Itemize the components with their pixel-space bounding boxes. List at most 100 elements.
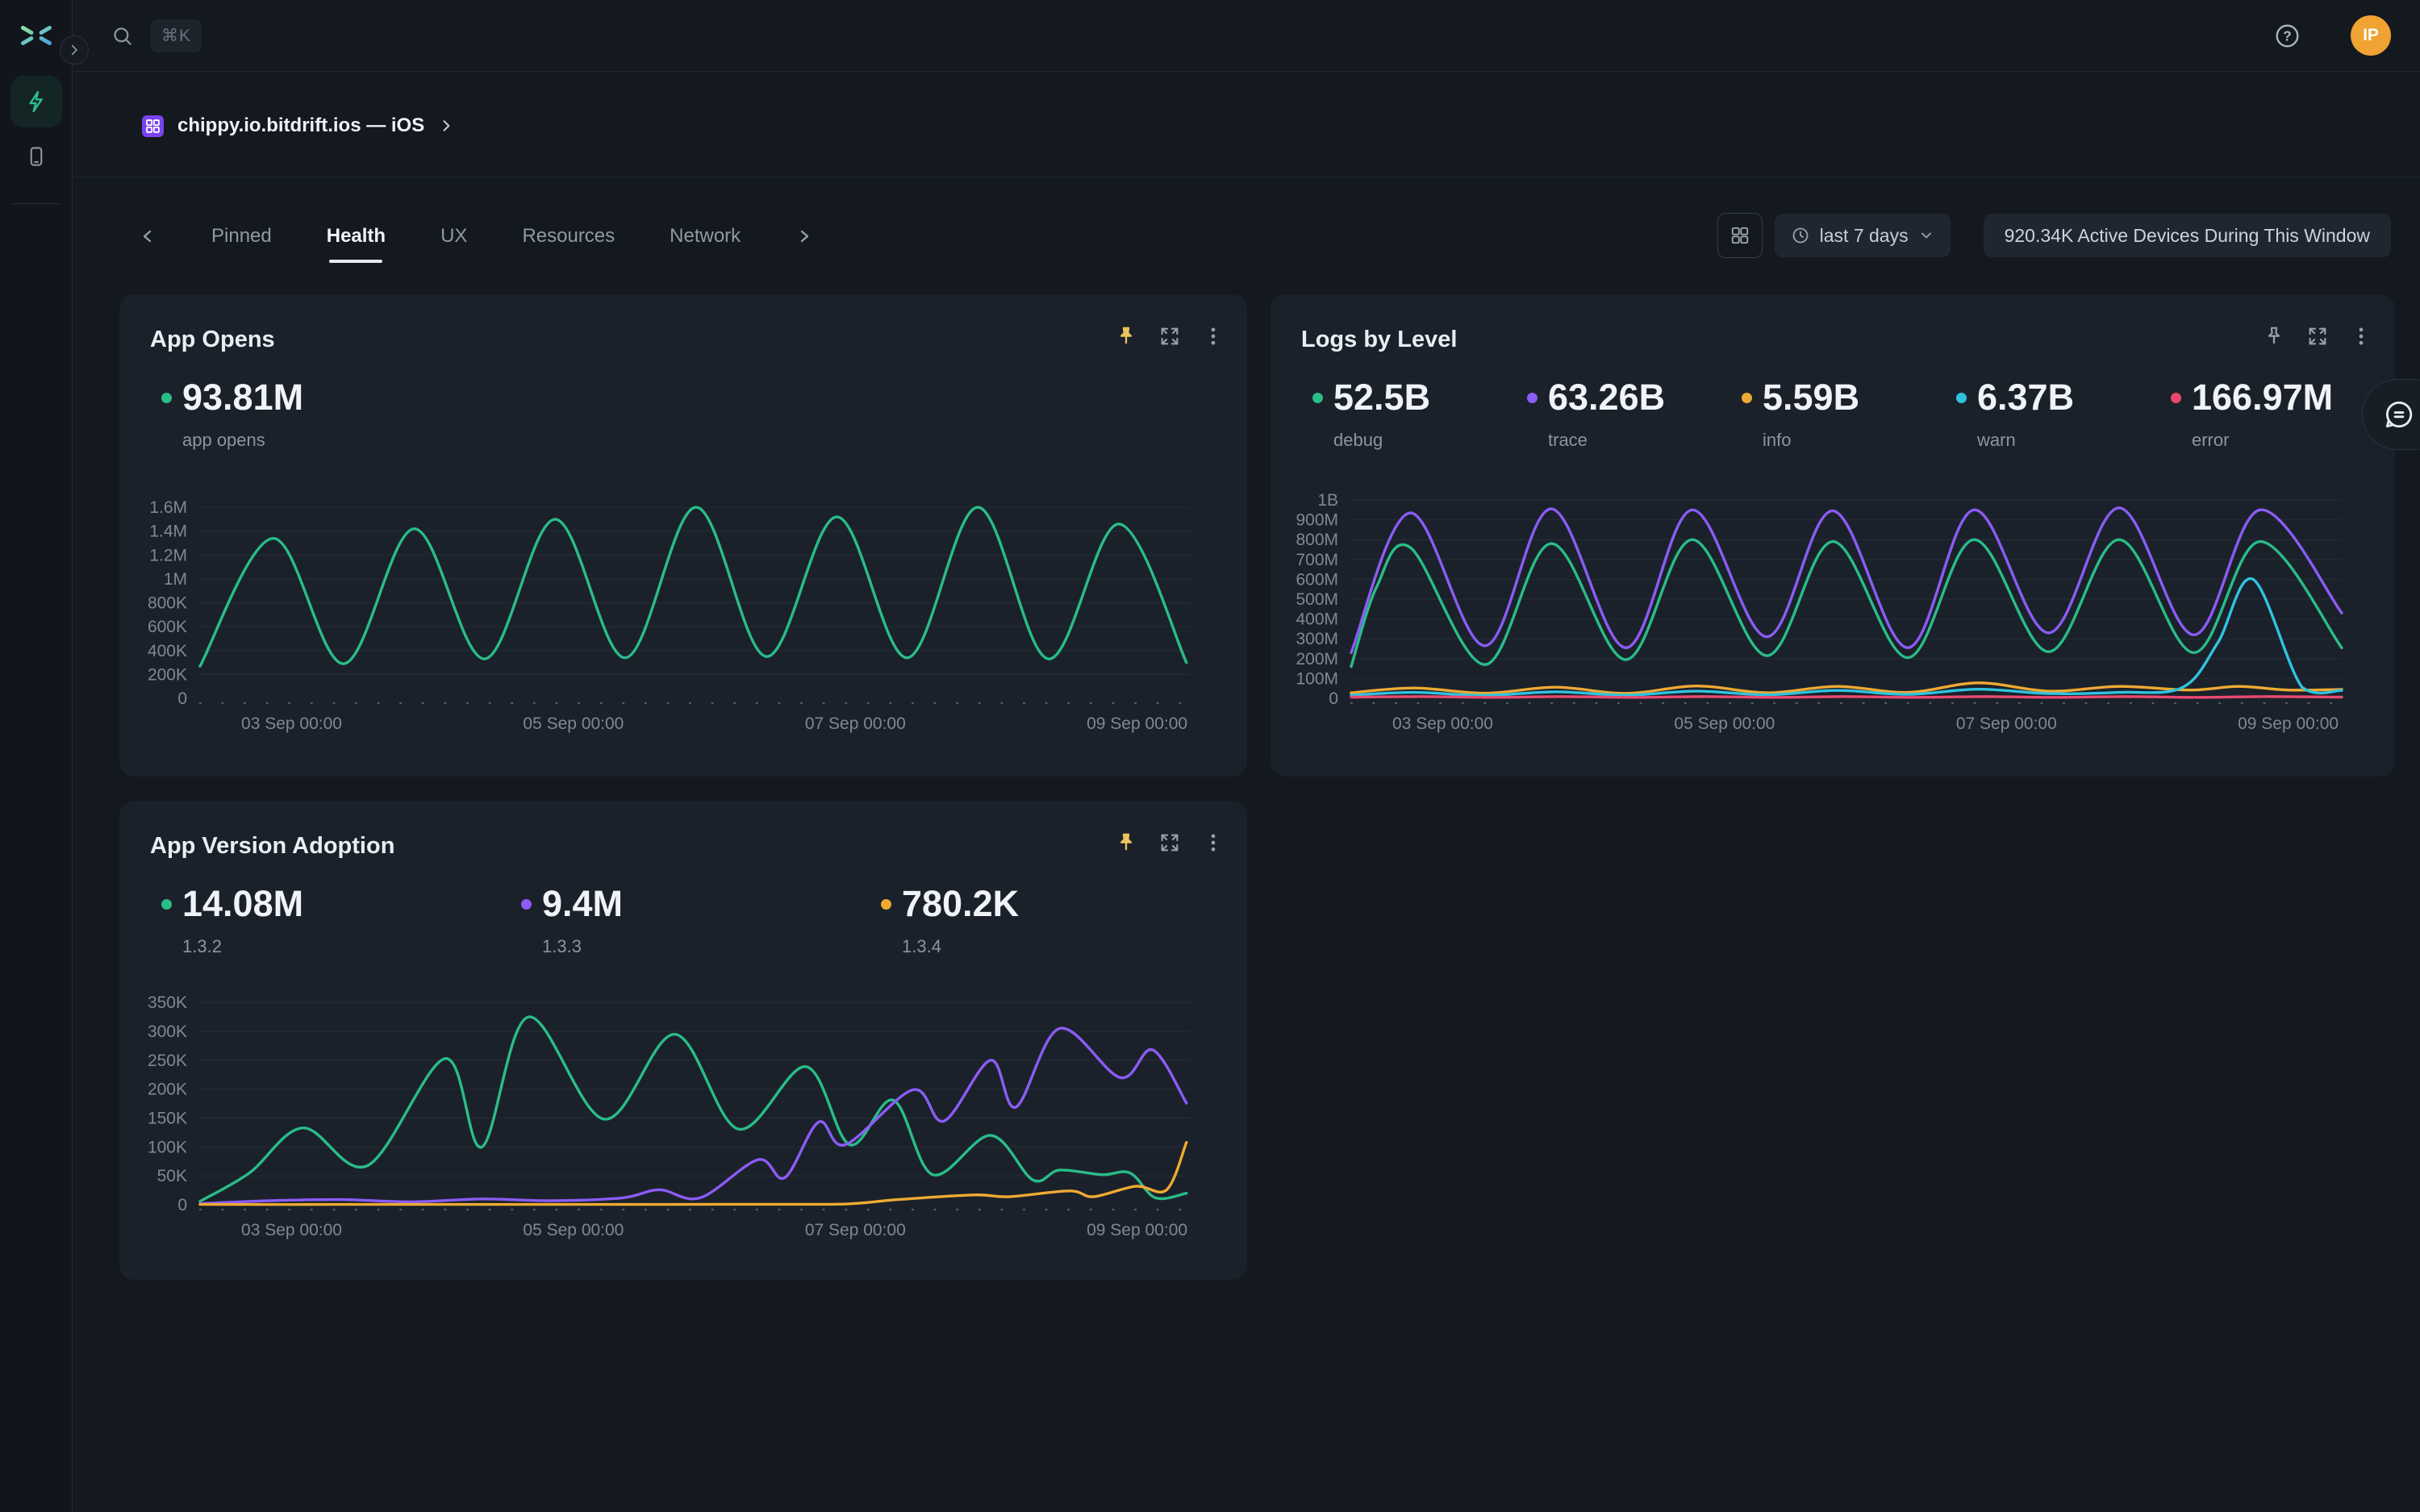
tab-health[interactable]: Health: [323, 213, 389, 260]
bitdrift-logo-icon[interactable]: [17, 16, 56, 55]
chevron-right-icon[interactable]: [438, 118, 454, 134]
breadcrumb[interactable]: chippy.io.bitdrift.ios — iOS: [142, 113, 454, 139]
tab-pinned[interactable]: Pinned: [208, 213, 275, 260]
expand-icon[interactable]: [1158, 831, 1181, 854]
dashboard-controls: last 7 days 920.34K Active Devices Durin…: [1717, 212, 2391, 259]
help-icon[interactable]: ?: [2274, 23, 2301, 49]
card-title: App Opens: [150, 327, 275, 353]
sidebar-expand-button[interactable]: [60, 35, 89, 65]
stat-value: 52.5B: [1333, 375, 1430, 420]
chat-bubble-icon: [2382, 398, 2416, 431]
kebab-menu-icon[interactable]: [1202, 325, 1225, 348]
stat-version-134: 780.2K 1.3.4: [881, 881, 1241, 957]
svg-text:100M: 100M: [1296, 669, 1338, 688]
pin-icon[interactable]: [2263, 325, 2285, 348]
stat-info: 5.59B info: [1742, 375, 1956, 451]
expand-icon[interactable]: [2306, 325, 2329, 348]
series-dot: [881, 899, 891, 910]
svg-text:300M: 300M: [1296, 630, 1338, 648]
svg-text:400K: 400K: [148, 642, 187, 660]
tab-network[interactable]: Network: [666, 213, 744, 260]
sidebar-divider: [12, 203, 60, 204]
chevron-down-icon: [1918, 227, 1934, 244]
svg-text:400M: 400M: [1296, 610, 1338, 629]
svg-text:0: 0: [177, 689, 187, 708]
lightning-icon: [23, 89, 49, 115]
stat-label: 1.3.3: [542, 936, 623, 957]
kebab-menu-icon[interactable]: [2350, 325, 2372, 348]
tab-resources[interactable]: Resources: [519, 213, 618, 260]
svg-text:07 Sep 00:00: 07 Sep 00:00: [805, 1221, 906, 1239]
search-icon[interactable]: [111, 25, 133, 47]
avatar[interactable]: IP: [2351, 15, 2391, 56]
svg-text:09 Sep 00:00: 09 Sep 00:00: [2238, 714, 2339, 733]
active-devices-badge: 920.34K Active Devices During This Windo…: [1984, 214, 2391, 257]
stat-version-132: 14.08M 1.3.2: [161, 881, 521, 957]
svg-text:800M: 800M: [1296, 531, 1338, 549]
pin-icon[interactable]: [1115, 831, 1137, 854]
kebab-menu-icon[interactable]: [1202, 831, 1225, 854]
svg-text:200K: 200K: [148, 1081, 187, 1099]
stat-label: trace: [1548, 430, 1665, 451]
series-dot: [1742, 393, 1752, 403]
tab-ux[interactable]: UX: [437, 213, 470, 260]
card-title: Logs by Level: [1301, 327, 1457, 353]
svg-text:150K: 150K: [148, 1110, 187, 1128]
svg-text:350K: 350K: [148, 993, 187, 1012]
svg-text:09 Sep 00:00: 09 Sep 00:00: [1087, 714, 1187, 733]
stat-value: 9.4M: [542, 881, 623, 927]
stat-value: 166.97M: [2192, 375, 2333, 420]
tabs-scroll-left-icon[interactable]: [136, 213, 160, 260]
svg-text:200M: 200M: [1296, 650, 1338, 669]
svg-text:05 Sep 00:00: 05 Sep 00:00: [523, 714, 624, 733]
app-version-adoption-chart[interactable]: 350K300K250K200K150K100K50K003 Sep 00:00…: [127, 985, 1200, 1244]
svg-text:03 Sep 00:00: 03 Sep 00:00: [241, 1221, 342, 1239]
stat-warn: 6.37B warn: [1956, 375, 2171, 451]
topbar: ⌘K ? IP: [73, 0, 2420, 72]
svg-text:600K: 600K: [148, 618, 187, 636]
breadcrumb-app-name: chippy.io.bitdrift.ios — iOS: [177, 115, 424, 137]
svg-text:05 Sep 00:00: 05 Sep 00:00: [1674, 714, 1775, 733]
svg-text:900M: 900M: [1296, 511, 1338, 530]
tab-bar: Pinned Health UX Resources Network: [136, 213, 816, 260]
stat-label: app opens: [182, 430, 303, 451]
expand-icon[interactable]: [1158, 325, 1181, 348]
phone-icon: [24, 144, 48, 169]
logs-by-level-chart[interactable]: 1B900M800M700M600M500M400M300M200M100M00…: [1279, 478, 2351, 738]
stat-label: info: [1763, 430, 1859, 451]
stat-value: 93.81M: [182, 375, 303, 420]
search-shortcut-badge[interactable]: ⌘K: [151, 19, 202, 52]
stat-debug: 52.5B debug: [1312, 375, 1527, 451]
svg-text:600M: 600M: [1296, 570, 1338, 589]
stat-trace: 63.26B trace: [1527, 375, 1742, 451]
tabs-scroll-right-icon[interactable]: [792, 213, 816, 260]
card-app-opens: App Opens: [119, 294, 1247, 777]
main-content: chippy.io.bitdrift.ios — iOS Pinned Heal…: [73, 73, 2420, 1512]
svg-text:?: ?: [2283, 27, 2292, 44]
svg-text:1B: 1B: [1317, 491, 1338, 510]
series-dot: [1956, 393, 1967, 403]
stat-label: debug: [1333, 430, 1430, 451]
svg-text:250K: 250K: [148, 1052, 187, 1070]
svg-text:50K: 50K: [157, 1167, 187, 1185]
series-dot: [161, 899, 172, 910]
series-dot: [161, 393, 172, 403]
svg-text:0: 0: [177, 1196, 187, 1214]
stat-label: warn: [1977, 430, 2074, 451]
stat-value: 780.2K: [902, 881, 1019, 927]
time-range-dropdown[interactable]: last 7 days: [1775, 214, 1951, 257]
stat-value: 6.37B: [1977, 375, 2074, 420]
clock-icon: [1791, 226, 1810, 245]
svg-text:800K: 800K: [148, 594, 187, 613]
layout-grid-button[interactable]: [1717, 213, 1763, 258]
sidebar-item-health[interactable]: [10, 76, 62, 127]
pin-icon[interactable]: [1115, 325, 1137, 348]
svg-text:0: 0: [1329, 689, 1338, 708]
app-opens-chart[interactable]: 1.6M1.4M1.2M1M800K600K400K200K003 Sep 00…: [127, 478, 1200, 738]
svg-text:05 Sep 00:00: 05 Sep 00:00: [523, 1221, 624, 1239]
card-logs-by-level: Logs by Level: [1270, 294, 2395, 777]
stat-label: error: [2192, 430, 2333, 451]
svg-text:500M: 500M: [1296, 590, 1338, 609]
sidebar-item-devices[interactable]: [10, 131, 62, 182]
stat-value: 63.26B: [1548, 375, 1665, 420]
